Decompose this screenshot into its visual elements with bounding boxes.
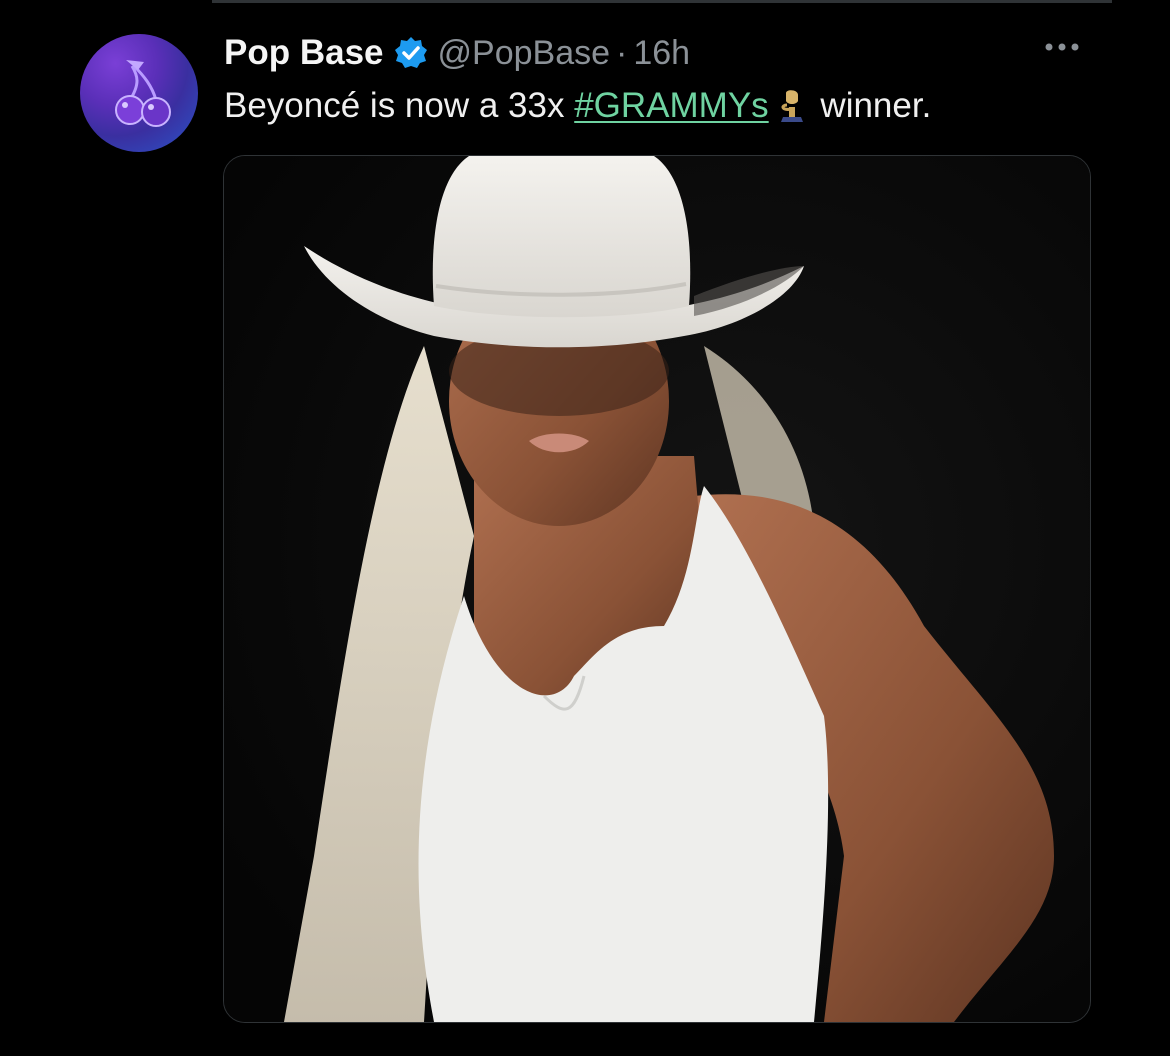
tweet[interactable]: Pop Base @PopBase · 16h Beyoncé is now a… <box>0 0 1170 1056</box>
hashtag-link[interactable]: #GRAMMYs <box>574 86 768 125</box>
tweet-header: Pop Base @PopBase · 16h <box>224 28 690 78</box>
display-name[interactable]: Pop Base <box>224 33 384 73</box>
verified-badge-icon <box>394 36 428 70</box>
separator-dot: · <box>616 33 628 72</box>
cherries-icon <box>115 60 171 127</box>
tweet-text: Beyoncé is now a 33x #GRAMMYs winner. <box>224 82 931 136</box>
avatar[interactable] <box>80 34 198 152</box>
more-options-icon[interactable] <box>1040 32 1088 62</box>
photo-image <box>224 156 1090 1022</box>
tweet-text-after: winner. <box>810 86 932 125</box>
user-handle[interactable]: @PopBase <box>438 34 611 73</box>
tweet-text-before: Beyoncé is now a 33x <box>224 86 575 125</box>
tweet-photo[interactable] <box>223 155 1091 1023</box>
grammy-trophy-icon <box>777 87 807 136</box>
timestamp[interactable]: 16h <box>633 34 690 73</box>
